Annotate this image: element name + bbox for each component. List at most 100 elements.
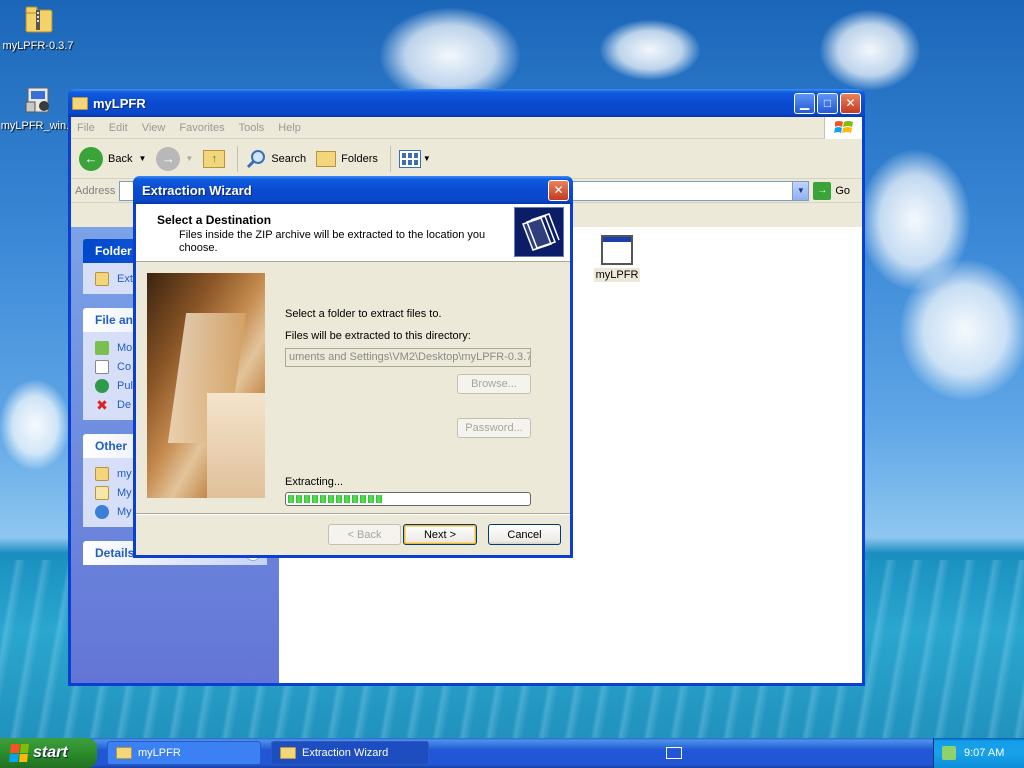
dialog-divider: [136, 513, 570, 514]
explorer-title: myLPFR: [93, 95, 146, 111]
group-title: Folder: [95, 244, 132, 258]
desktop-cloud: [900, 260, 1024, 400]
back-button[interactable]: ← Back ▼: [79, 146, 147, 171]
taskbar-item-extraction-wizard[interactable]: Extraction Wizard: [271, 741, 429, 765]
place-label: my: [117, 467, 132, 480]
desktop-cloud: [820, 10, 920, 90]
desktop-icon-label: myLPFR_win...: [0, 120, 76, 132]
close-button[interactable]: ✕: [840, 92, 861, 114]
desktop-icon-label: myLPFR-0.3.7: [2, 40, 74, 52]
windows-flag-icon: [9, 744, 29, 762]
back-label: Back: [108, 152, 133, 165]
close-icon: ✕: [845, 96, 856, 110]
group-title: Details: [95, 546, 135, 560]
folder-icon: [72, 96, 88, 110]
search-button[interactable]: Search: [246, 149, 306, 169]
task-label: De: [117, 398, 132, 411]
folder-icon: [116, 747, 132, 759]
maximize-button[interactable]: □: [817, 92, 838, 114]
maximize-icon: □: [823, 96, 832, 110]
network-tray-icon[interactable]: [942, 746, 956, 760]
go-arrow-icon: →: [813, 181, 832, 200]
windows-logo-icon: [824, 117, 862, 139]
menu-favorites[interactable]: Favorites: [179, 122, 224, 134]
move-icon: [95, 340, 109, 355]
search-icon: [246, 149, 266, 169]
minimize-button[interactable]: ▁: [794, 92, 815, 114]
views-button[interactable]: ▼: [398, 149, 431, 168]
folder-icon: [280, 747, 296, 759]
wizard-titlebar[interactable]: Extraction Wizard ✕: [133, 176, 573, 204]
keyboard-icon[interactable]: [666, 747, 682, 759]
place-label: My: [117, 505, 132, 518]
chevron-down-icon: ▼: [138, 154, 147, 163]
menu-view[interactable]: View: [142, 122, 166, 134]
copy-icon: [95, 359, 109, 374]
menu-help[interactable]: Help: [278, 122, 301, 134]
start-button[interactable]: start: [0, 738, 97, 768]
menu-tools[interactable]: Tools: [239, 122, 265, 134]
go-button[interactable]: → Go: [813, 181, 850, 200]
select-folder-text: Select a folder to extract files to.: [285, 308, 442, 320]
forward-arrow-icon: →: [156, 146, 181, 171]
go-label: Go: [835, 184, 850, 197]
desktop-cloud: [600, 20, 700, 80]
extract-icon: [95, 271, 109, 286]
chevron-down-icon: ▼: [185, 154, 194, 163]
wizard-heading: Select a Destination: [157, 213, 272, 227]
place-label: My: [117, 486, 132, 499]
installer-icon: [22, 84, 54, 116]
desktop-icon-installer[interactable]: myLPFR_win...: [0, 84, 76, 132]
menu-bar: File Edit View Favorites Tools Help: [71, 117, 862, 139]
toolbar: ← Back ▼ → ▼ ↑ Search Folders ▼: [71, 139, 862, 179]
next-button[interactable]: Next >: [403, 524, 477, 545]
directory-label: Files will be extracted to this director…: [285, 330, 471, 342]
folders-icon: [316, 150, 337, 167]
start-label: start: [33, 744, 68, 761]
extraction-wizard-dialog: Extraction Wizard ✕ Select a Destination…: [133, 176, 573, 558]
wizard-subheading: Files inside the ZIP archive will be ext…: [179, 229, 486, 254]
clock[interactable]: 9:07 AM: [964, 747, 1004, 759]
back-button[interactable]: < Back: [328, 524, 401, 545]
wizard-close-button[interactable]: ✕: [548, 179, 569, 201]
forward-button[interactable]: → ▼: [156, 146, 194, 171]
views-icon: [398, 149, 421, 168]
progress-fill: [288, 495, 384, 503]
desktop-cloud: [0, 380, 70, 470]
wizard-title: Extraction Wizard: [142, 182, 252, 198]
task-label: Pul: [117, 379, 133, 392]
progress-label: Extracting...: [285, 476, 344, 488]
extraction-progress-bar: [285, 492, 531, 506]
chevron-down-icon[interactable]: ▼: [792, 181, 809, 200]
browse-button[interactable]: Browse...: [457, 374, 531, 394]
explorer-titlebar[interactable]: myLPFR ▁ □ ✕: [68, 89, 865, 117]
back-arrow-icon: ←: [79, 146, 103, 171]
menu-file[interactable]: File: [77, 122, 95, 134]
close-icon: ✕: [553, 183, 564, 197]
taskbar-item-label: Extraction Wizard: [302, 747, 389, 759]
file-item[interactable]: myLPFR: [593, 235, 641, 282]
taskbar-item-mylpfr[interactable]: myLPFR: [107, 741, 261, 765]
system-tray: 9:07 AM: [933, 738, 1024, 768]
delete-icon: ✖: [96, 396, 108, 413]
toolbar-separator: [389, 145, 391, 172]
chevron-down-icon: ▼: [422, 154, 431, 163]
cancel-button[interactable]: Cancel: [488, 524, 561, 545]
folder-icon: [95, 466, 109, 481]
task-label: Ext: [117, 272, 133, 285]
taskbar: start myLPFR Extraction Wizard 9:07 AM: [0, 738, 1024, 768]
password-button[interactable]: Password...: [457, 418, 531, 438]
publish-icon: [95, 378, 109, 393]
desktop-icon-zip[interactable]: myLPFR-0.3.7: [0, 4, 76, 52]
destination-path-field: uments and Settings\VM2\Desktop\myLPFR-0…: [285, 348, 531, 367]
menu-edit[interactable]: Edit: [109, 122, 128, 134]
group-title: Other: [95, 439, 128, 453]
folders-button[interactable]: Folders: [316, 150, 378, 167]
zip-folder-icon: [22, 4, 54, 36]
zip-folders-icon: [514, 207, 564, 257]
network-icon: [95, 504, 109, 519]
up-folder-button[interactable]: ↑: [203, 149, 226, 168]
wizard-side-image: [147, 273, 265, 498]
up-folder-icon: ↑: [203, 149, 226, 168]
toolbar-separator: [237, 145, 239, 172]
